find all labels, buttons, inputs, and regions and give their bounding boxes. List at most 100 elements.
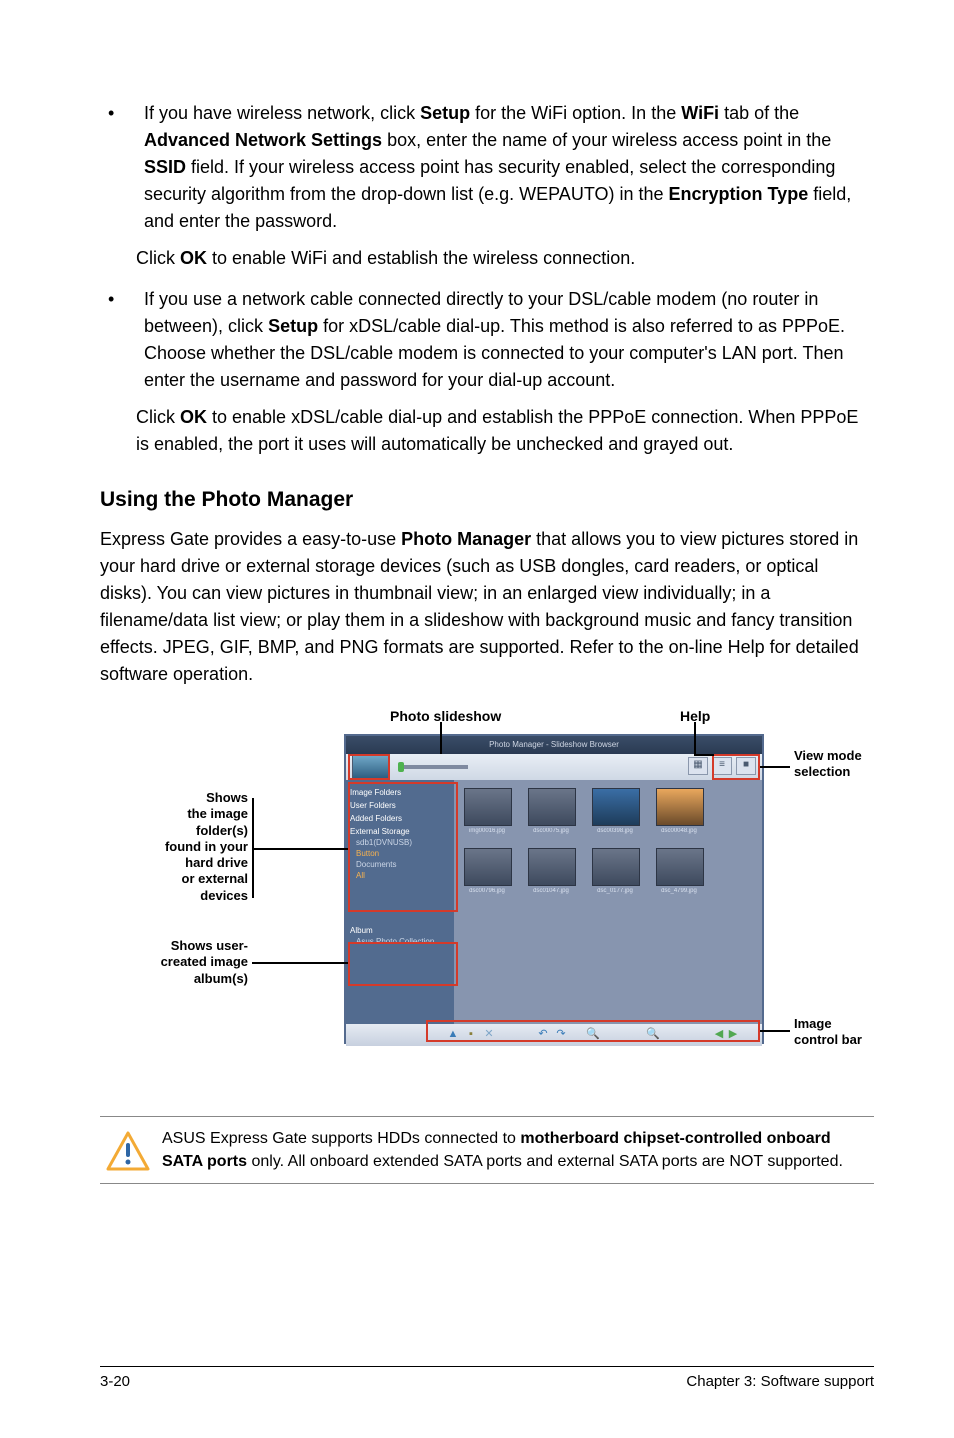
thumbnail-image <box>592 848 640 886</box>
section-heading: Using the Photo Manager <box>100 488 874 512</box>
bullet-2-followup: Click OK to enable xDSL/cable dial-up an… <box>136 404 874 458</box>
sidebar-head-added-folders: Added Folders <box>350 814 450 823</box>
sidebar: Image Folders User Folders Added Folders… <box>346 780 454 1024</box>
thumbnail-item[interactable]: dsc00075.jpg <box>528 788 574 834</box>
bold-ans: Advanced Network Settings <box>144 130 382 150</box>
thumbnail-image <box>592 788 640 826</box>
bullet-1-text: If you have wireless network, click Setu… <box>144 100 874 235</box>
slider-knob[interactable] <box>398 762 404 772</box>
lbl-line: View mode <box>794 748 862 764</box>
thumbnail-item[interactable]: dsc00398.jpg <box>592 788 638 834</box>
lead-line <box>760 766 790 768</box>
thumbnail-label: dsc00398.jpg <box>592 828 638 834</box>
folder-icon[interactable]: ▪ <box>464 1027 478 1041</box>
label-albums: Shows user- created image album(s) <box>140 938 248 987</box>
sidebar-album-item[interactable]: Asus Photo Collection <box>356 937 450 946</box>
txt: for the WiFi option. In the <box>470 103 681 123</box>
page-footer: 3-20 Chapter 3: Software support <box>100 1366 874 1390</box>
delete-icon[interactable]: ✕ <box>482 1027 496 1041</box>
window-title-bar: Photo Manager - Slideshow Browser <box>346 736 762 754</box>
bullet-marker: • <box>100 286 144 394</box>
lbl-line: folder(s) <box>148 823 248 839</box>
lbl-line: Image <box>794 1016 862 1032</box>
next-icon[interactable]: ▶ <box>726 1027 740 1041</box>
grid-view-icon[interactable]: ▦ <box>688 757 708 775</box>
up-icon[interactable]: ▲ <box>446 1027 460 1041</box>
txt: only. All onboard extended SATA ports an… <box>247 1153 843 1170</box>
lead-line <box>694 722 696 754</box>
lbl-line: found in your <box>148 839 248 855</box>
thumbnail-label: img00016.jpg <box>464 828 510 834</box>
thumbnail-image <box>656 788 704 826</box>
thumbnail-label: dsc00048.jpg <box>656 828 702 834</box>
thumbnail-label: dsc_4799.jpg <box>656 888 702 894</box>
zoom-in-icon[interactable]: 🔍 <box>646 1027 660 1041</box>
lbl-line: or external <box>148 871 248 887</box>
thumbnail-image <box>464 788 512 826</box>
warning-text: ASUS Express Gate supports HDDs connecte… <box>156 1127 874 1173</box>
list-view-icon[interactable]: ≡ <box>712 757 732 775</box>
lbl-line: Shows user- <box>140 938 248 954</box>
thumbnail-label: dsc00075.jpg <box>528 828 574 834</box>
lead-line <box>760 1030 790 1032</box>
warning-note: ASUS Express Gate supports HDDs connecte… <box>100 1116 874 1184</box>
thumbnail-label: dsc_0177.jpg <box>592 888 638 894</box>
zoom-out-icon[interactable]: 🔍 <box>586 1027 600 1041</box>
rotate-left-icon[interactable]: ↶ <box>536 1027 550 1041</box>
sidebar-item[interactable]: Button <box>356 849 450 858</box>
thumbnail-item[interactable]: dsc_4799.jpg <box>656 848 702 894</box>
lead-line <box>252 848 348 850</box>
label-controlbar: Image control bar <box>794 1016 862 1049</box>
lead-line <box>252 962 348 964</box>
chapter-title: Chapter 3: Software support <box>686 1373 874 1390</box>
bullet-item-2: • If you use a network cable connected d… <box>100 286 874 394</box>
txt: Click <box>136 248 180 268</box>
thumbnail-item[interactable]: dsc01047.jpg <box>528 848 574 894</box>
bold-ok: OK <box>180 248 207 268</box>
photo-manager-diagram: Photo slideshow Help Photo Manager - Sli… <box>100 708 874 1088</box>
lead-line <box>440 722 442 754</box>
bold-photo-manager: Photo Manager <box>401 529 531 549</box>
txt: box, enter the name of your wireless acc… <box>382 130 831 150</box>
lbl-line: the image <box>148 806 248 822</box>
sidebar-item[interactable]: All <box>356 871 450 880</box>
thumbnail-label: dsc01047.jpg <box>528 888 574 894</box>
image-control-bar: ▲ ▪ ✕ ↶ ↷ 🔍 🔍 ▶ ◀ <box>346 1024 762 1046</box>
lead-line <box>252 798 254 898</box>
txt: that allows you to view pictures stored … <box>100 529 859 684</box>
txt: to enable xDSL/cable dial-up and establi… <box>136 407 858 454</box>
bullet-item-1: • If you have wireless network, click Se… <box>100 100 874 235</box>
thumbnail-item[interactable]: dsc00048.jpg <box>656 788 702 834</box>
txt: If you have wireless network, click <box>144 103 420 123</box>
sidebar-head-external: External Storage <box>350 827 450 836</box>
thumbnail-image <box>528 788 576 826</box>
toolbar-zoom-slider[interactable] <box>398 765 468 769</box>
thumbnail-item[interactable]: dsc00796.jpg <box>464 848 510 894</box>
sidebar-item[interactable]: Documents <box>356 860 450 869</box>
bullet-2-text: If you use a network cable connected dir… <box>144 286 874 394</box>
txt: tab of the <box>719 103 799 123</box>
bold-setup: Setup <box>420 103 470 123</box>
lbl-line: created image <box>140 954 248 970</box>
rotate-right-icon[interactable]: ↷ <box>554 1027 568 1041</box>
content-area: Image Folders User Folders Added Folders… <box>346 780 762 1024</box>
page-number: 3-20 <box>100 1373 130 1390</box>
lead-line <box>694 754 714 756</box>
sidebar-album-head: Album <box>350 926 450 935</box>
bold-wifi: WiFi <box>681 103 719 123</box>
bold-setup: Setup <box>268 316 318 336</box>
thumbnail-image <box>528 848 576 886</box>
bold-ssid: SSID <box>144 157 186 177</box>
thumbnail-item[interactable]: dsc_0177.jpg <box>592 848 638 894</box>
lbl-line: devices <box>148 888 248 904</box>
lbl-line: control bar <box>794 1032 862 1048</box>
prev-icon[interactable]: ◀ <box>712 1027 726 1041</box>
txt: to enable WiFi and establish the wireles… <box>207 248 635 268</box>
bullet-1-followup: Click OK to enable WiFi and establish th… <box>136 245 874 272</box>
help-button[interactable]: ■ <box>736 757 756 775</box>
bullet-marker: • <box>100 100 144 235</box>
thumbnail-item[interactable]: img00016.jpg <box>464 788 510 834</box>
sidebar-item[interactable]: sdb1(DVNUSB) <box>356 838 450 847</box>
lbl-line: Shows <box>148 790 248 806</box>
thumbnail-image <box>464 848 512 886</box>
